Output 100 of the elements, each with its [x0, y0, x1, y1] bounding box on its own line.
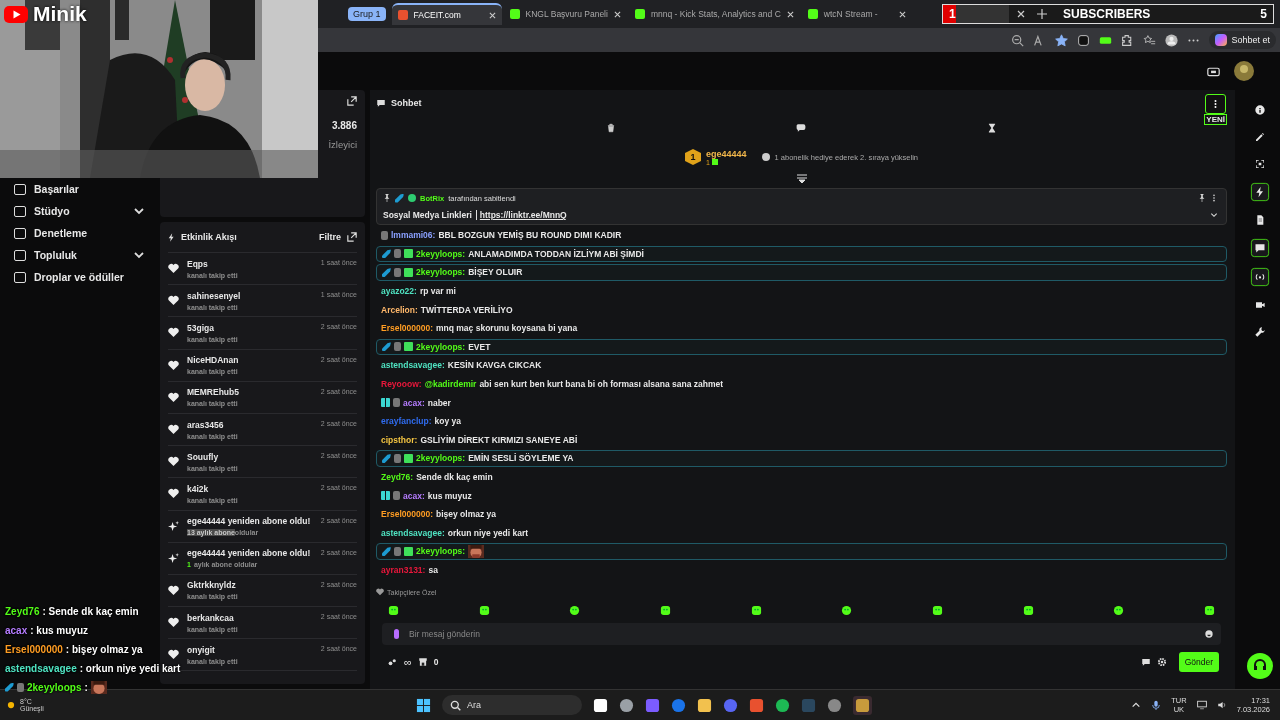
emoji-icon[interactable]: [1205, 630, 1213, 639]
browser-tab[interactable]: FACEIT.com: [391, 3, 502, 25]
close-icon[interactable]: [613, 10, 621, 18]
trash-icon[interactable]: [606, 123, 617, 133]
username[interactable]: ayran3131:: [381, 565, 426, 575]
username[interactable]: Ersel000000:: [381, 323, 433, 334]
site-icon: [397, 10, 408, 20]
channel-name: Minik: [33, 2, 87, 26]
speaker-icon[interactable]: [1216, 700, 1227, 710]
app-icon[interactable]: [853, 695, 872, 715]
emote-icon[interactable]: [1022, 604, 1034, 616]
emote-icon[interactable]: [478, 604, 490, 616]
info-icon[interactable]: [1252, 102, 1268, 118]
zoom-out-icon[interactable]: [1011, 33, 1025, 47]
copilot-button[interactable]: Sohbet et: [1209, 31, 1276, 49]
browser-tab[interactable]: mnnq - Kick Stats, Analytics and C: [628, 3, 800, 25]
username[interactable]: 2keyyloops:: [416, 248, 466, 259]
username[interactable]: astendsavagee:: [381, 360, 445, 371]
profile-avatar-icon[interactable]: [1165, 33, 1179, 47]
pickaxe-badge-icon: [382, 453, 391, 463]
app-icon[interactable]: [697, 697, 712, 713]
favorites-icon[interactable]: [1143, 33, 1157, 47]
start-icon[interactable]: [416, 697, 431, 713]
pinned-title: Sosyal Medya Linkleri: [383, 210, 472, 220]
pin-icon[interactable]: [1198, 194, 1206, 202]
gift-badge-icon: [404, 342, 413, 352]
bolt-icon[interactable]: [1251, 183, 1269, 201]
username[interactable]: cipsthor:: [381, 434, 418, 445]
emote-icon[interactable]: [1203, 604, 1215, 616]
emote-icon[interactable]: [388, 604, 399, 616]
microphone-icon[interactable]: [394, 629, 399, 640]
settings-icon[interactable]: [1156, 657, 1167, 668]
username[interactable]: 2keyyloops:: [416, 341, 466, 352]
more-icon: [1214, 98, 1218, 109]
close-icon[interactable]: [488, 11, 496, 19]
menu-button[interactable]: [1205, 93, 1227, 114]
message-field[interactable]: Bir mesaj gönderin: [382, 623, 1221, 646]
chevron-down-icon[interactable]: [133, 249, 145, 261]
username[interactable]: Arcelion:: [381, 304, 418, 315]
username[interactable]: 2keyyloops:: [416, 267, 466, 278]
username[interactable]: erayfanclup:: [381, 416, 432, 427]
link[interactable]: https://linktr.ee/MnnQ: [475, 210, 567, 220]
store-icon[interactable]: [417, 657, 428, 668]
chat-icon[interactable]: [1140, 657, 1151, 668]
emote-icon[interactable]: [750, 604, 762, 616]
favorite-star-icon[interactable]: [1055, 33, 1069, 47]
app-icon[interactable]: [775, 697, 790, 713]
message-text: mnq maç skorunu koysana bi yana: [436, 323, 578, 334]
chat-icon[interactable]: [796, 123, 807, 133]
avatar-icon[interactable]: [1234, 61, 1254, 81]
username[interactable]: ayazo22:: [381, 286, 417, 297]
emote-icon[interactable]: [1113, 604, 1125, 616]
send-button[interactable]: Gönder: [1178, 652, 1219, 673]
username[interactable]: Reyooow:: [381, 379, 422, 390]
square-icon: [14, 271, 26, 283]
app-icon[interactable]: [593, 697, 608, 713]
popout-icon[interactable]: [347, 96, 357, 106]
browser-tab[interactable]: KNGL Başvuru Paneli: [503, 3, 627, 25]
username[interactable]: 2keyyloops:: [416, 453, 466, 464]
app-icon[interactable]: [619, 697, 634, 713]
chat-icon[interactable]: [1251, 239, 1269, 257]
chevron-up-icon[interactable]: [1131, 700, 1142, 710]
emote-icon[interactable]: [659, 604, 671, 616]
username[interactable]: Ersel000000:: [381, 509, 433, 520]
more-icon[interactable]: [1210, 194, 1218, 202]
emote-icon[interactable]: [931, 604, 943, 616]
microphone-icon[interactable]: [1151, 700, 1162, 710]
mention[interactable]: @kadirdemir: [424, 379, 477, 390]
chevron-down-icon[interactable]: [1210, 211, 1218, 219]
close-icon[interactable]: [786, 10, 794, 18]
support-button[interactable]: [1247, 653, 1273, 679]
username[interactable]: 2keyyloops:: [416, 546, 466, 557]
username[interactable]: acax:: [403, 397, 425, 408]
heart-icon: [168, 584, 179, 596]
extension-icon[interactable]: [1077, 33, 1091, 47]
browser-tab[interactable]: wtcN Stream -: [801, 3, 912, 25]
collapse-icon[interactable]: [795, 174, 808, 184]
event-title: Eqps: [187, 258, 209, 269]
emote-icon[interactable]: [569, 604, 581, 616]
chevron-down-icon[interactable]: [133, 205, 145, 217]
points-count: 0: [433, 657, 439, 668]
search-field[interactable]: Ara: [442, 695, 582, 715]
username[interactable]: Zeyd76:: [381, 472, 414, 482]
filter-link[interactable]: Filtre: [319, 232, 341, 242]
hourglass-icon[interactable]: [986, 123, 997, 133]
username[interactable]: astendsavagee:: [381, 527, 445, 538]
broadcast-icon[interactable]: [1251, 268, 1269, 286]
pickaxe-badge-icon: [382, 342, 391, 352]
tab-group-chip[interactable]: Grup 1: [348, 7, 386, 21]
weather-icon[interactable]: [6, 700, 16, 710]
message-input[interactable]: Bir mesaj gönderin: [407, 628, 1197, 641]
close-icon[interactable]: [898, 10, 906, 18]
plus-icon: [1037, 9, 1047, 19]
username[interactable]: lmmami06:: [391, 230, 436, 241]
popout-icon[interactable]: [347, 232, 357, 242]
monitor-icon[interactable]: [1196, 700, 1207, 710]
username[interactable]: acax:: [403, 490, 425, 501]
emote-icon[interactable]: [841, 604, 853, 616]
chat-icon: [376, 98, 386, 108]
goal-count: 5: [1260, 7, 1267, 21]
